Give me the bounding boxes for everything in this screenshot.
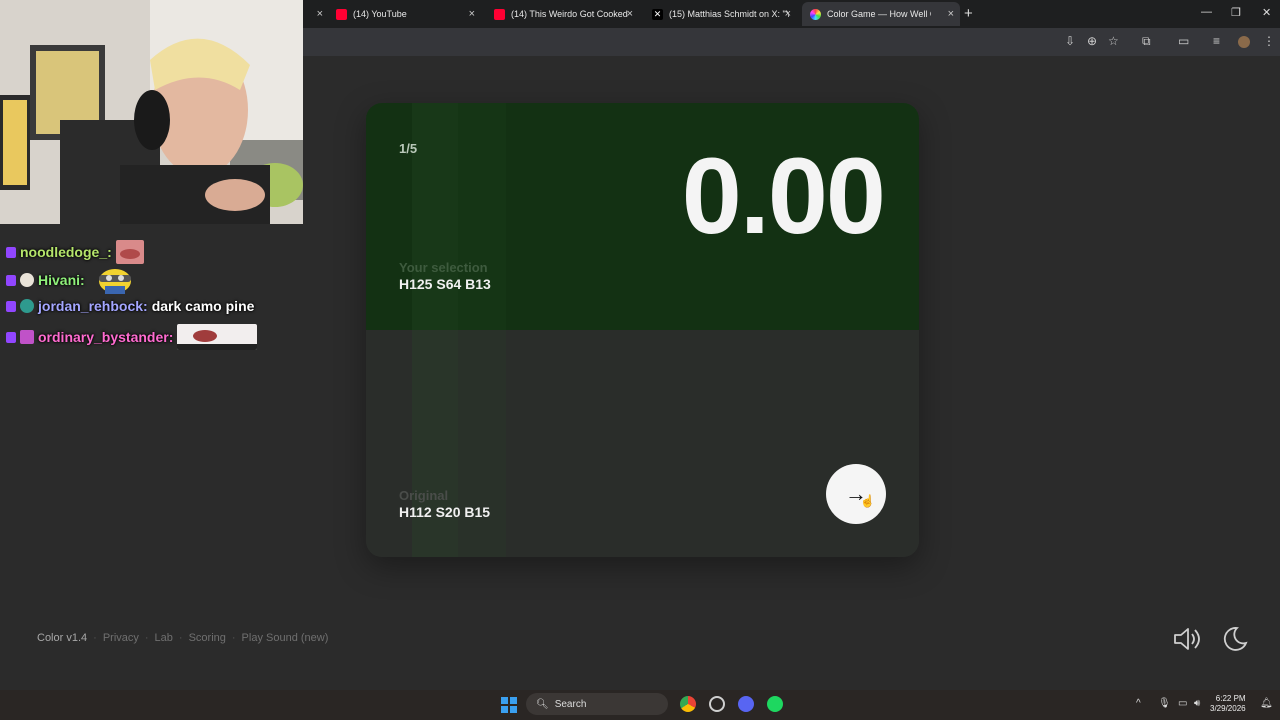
- tab-close-icon[interactable]: ×: [469, 8, 475, 20]
- tab-label: (14) This Weirdo Got Cooked -: [511, 9, 631, 19]
- tab-close-icon[interactable]: ×: [627, 8, 633, 20]
- windows-start-icon[interactable]: [501, 697, 517, 713]
- footer-separator: ·: [231, 632, 236, 644]
- twitch-icon: [6, 300, 16, 312]
- footer-link-play-sound[interactable]: Play Sound (new): [242, 632, 329, 644]
- split-view-icon[interactable]: ▭: [1178, 34, 1189, 48]
- notification-icon[interactable]: 🔔︎: [1260, 698, 1273, 709]
- footer-link-lab[interactable]: Lab: [155, 632, 173, 644]
- discord-icon[interactable]: [738, 696, 754, 712]
- tab-youtube[interactable]: (14) YouTube ×: [328, 2, 481, 26]
- youtube-icon: [494, 8, 505, 20]
- obs-icon[interactable]: [709, 696, 725, 712]
- tab-weirdo-video[interactable]: (14) This Weirdo Got Cooked - ×: [486, 2, 639, 26]
- emote-image: [115, 240, 144, 264]
- moon-icon[interactable]: [1220, 625, 1248, 653]
- transition-overlay: [458, 103, 506, 557]
- tab-close-icon[interactable]: ×: [785, 8, 791, 20]
- taskbar-clock[interactable]: 6:22 PM 3/29/2026: [1210, 694, 1246, 714]
- chat-message: ordinary_bystander:: [6, 324, 258, 350]
- media-icon[interactable]: ≡: [1213, 34, 1220, 48]
- extensions-icon[interactable]: ⧉: [1142, 34, 1151, 49]
- tab-label: Color Game — How Well C: [827, 9, 931, 19]
- chat-message: jordan_rehbock: dark camo pine: [6, 298, 254, 314]
- next-button[interactable]: →: [826, 464, 886, 524]
- page-footer: Color v1.4 · Privacy · Lab · Scoring · P…: [37, 632, 328, 644]
- youtube-icon: [336, 8, 347, 20]
- microphone-icon[interactable]: 🎙︎: [1158, 698, 1171, 709]
- zoom-icon[interactable]: ⊕: [1087, 34, 1097, 48]
- emote-image: [177, 324, 258, 350]
- twitch-icon: [6, 274, 16, 286]
- chrome-icon[interactable]: [680, 696, 696, 712]
- taskbar-search-label: Search: [554, 698, 587, 710]
- footer-separator: ·: [93, 632, 97, 644]
- new-tab-button[interactable]: +: [964, 5, 973, 22]
- round-counter: 1/5: [399, 141, 418, 156]
- x-icon: ✕: [652, 8, 663, 20]
- clock-time: 6:22 PM: [1215, 694, 1246, 703]
- selection-label: Your selection: [399, 260, 488, 275]
- volume-icon[interactable]: 🔊︎: [1194, 698, 1200, 709]
- footer-separator: ·: [178, 632, 183, 644]
- webcam-overlay: [0, 0, 303, 224]
- speaker-icon[interactable]: [1172, 625, 1202, 653]
- original-value: H112 S20 B15: [399, 504, 491, 520]
- restore-icon[interactable]: ❐: [1231, 6, 1241, 19]
- twitch-icon: [6, 246, 16, 258]
- user-badge-icon: [20, 299, 34, 313]
- user-badge-icon: [20, 330, 34, 344]
- chat-message: Hivani:: [6, 266, 141, 294]
- install-icon[interactable]: ⇩: [1065, 34, 1075, 48]
- footer-link-privacy[interactable]: Privacy: [103, 632, 139, 644]
- taskbar-search[interactable]: 🔍︎ Search: [526, 693, 668, 715]
- minimize-icon[interactable]: —: [1201, 6, 1212, 18]
- selection-value: H125 S64 B13: [399, 276, 491, 292]
- tray-chevron-icon[interactable]: ^: [1136, 698, 1141, 709]
- mouse-cursor-icon: ☝: [860, 494, 875, 508]
- tab-close-icon[interactable]: ×: [948, 8, 954, 20]
- spotify-icon[interactable]: [767, 696, 783, 712]
- tab-label: (15) Matthias Schmidt on X: "Yo: [669, 9, 789, 19]
- tab-x-post[interactable]: ✕ (15) Matthias Schmidt on X: "Yo ×: [644, 2, 797, 26]
- tab-label: (14) YouTube: [353, 9, 407, 19]
- chat-username: Hivani:: [38, 272, 85, 288]
- tab-color-game[interactable]: Color Game — How Well C ×: [802, 2, 960, 26]
- bookmark-star-icon[interactable]: ☆: [1108, 34, 1119, 48]
- profile-avatar[interactable]: [1238, 36, 1250, 48]
- emote-image: [98, 269, 131, 294]
- game-card: 1/5 0.00 Your selection H125 S64 B13 Ori…: [366, 103, 919, 557]
- search-icon: 🔍︎: [536, 698, 549, 710]
- chat-username: noodledoge_:: [20, 244, 112, 260]
- chat-username: jordan_rehbock:: [38, 298, 148, 314]
- menu-kebab-icon[interactable]: ⋮: [1263, 34, 1275, 48]
- color-game-icon: [810, 8, 821, 20]
- twitch-icon: [6, 331, 16, 343]
- webcam-feed-image: [0, 0, 303, 224]
- network-icon[interactable]: ▭: [1178, 698, 1187, 709]
- footer-link-scoring[interactable]: Scoring: [189, 632, 226, 644]
- clock-date: 3/29/2026: [1210, 704, 1246, 713]
- original-label: Original: [399, 488, 449, 503]
- user-badge-icon: [20, 273, 34, 287]
- footer-separator: ·: [144, 632, 149, 644]
- chat-message: noodledoge_:: [6, 240, 144, 264]
- chat-username: ordinary_bystander:: [38, 329, 174, 345]
- score-display: 0.00: [681, 135, 886, 256]
- footer-brand: Color v1.4: [37, 632, 88, 644]
- chat-message-text: dark camo pine: [151, 298, 255, 314]
- window-close-icon[interactable]: ✕: [1262, 6, 1271, 19]
